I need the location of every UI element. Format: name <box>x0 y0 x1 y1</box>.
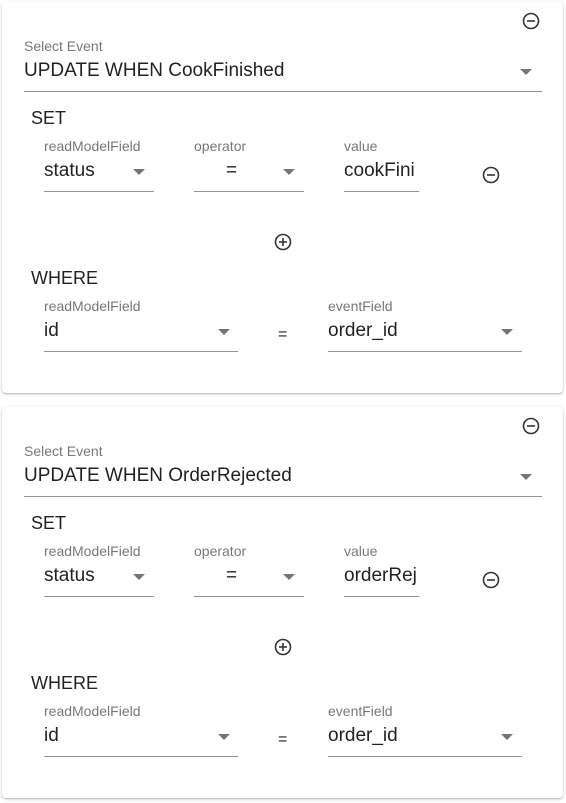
set-value-input[interactable]: value cookFini <box>344 138 419 194</box>
read-model-field-label: readModelField <box>44 703 141 719</box>
event-field-value: order_id <box>328 725 398 746</box>
field-underline <box>44 756 238 757</box>
chevron-down-icon <box>218 329 230 335</box>
field-underline <box>328 756 522 757</box>
field-underline <box>344 191 419 192</box>
operator-value: = <box>226 160 238 181</box>
event-card: Select Event UPDATE WHEN CookFinished SE… <box>2 2 563 393</box>
value-label: value <box>344 543 378 559</box>
minus-circle-icon <box>522 12 540 30</box>
select-event-label: Select Event <box>24 443 103 459</box>
field-underline <box>44 596 154 597</box>
value-input-text: orderRej <box>344 565 417 586</box>
event-field-value: order_id <box>328 320 398 341</box>
remove-event-button[interactable] <box>522 12 540 30</box>
field-underline <box>44 191 154 192</box>
chevron-down-icon <box>218 734 230 740</box>
event-field-label: eventField <box>328 298 393 314</box>
chevron-down-icon <box>520 474 532 480</box>
field-underline <box>194 596 304 597</box>
chevron-down-icon <box>133 169 145 175</box>
chevron-down-icon <box>133 574 145 580</box>
read-model-field-value: status <box>44 565 95 586</box>
set-heading: SET <box>31 108 67 128</box>
field-underline <box>344 596 419 597</box>
chevron-down-icon <box>501 329 513 335</box>
set-read-model-field-select[interactable]: readModelField status <box>44 138 154 194</box>
where-read-model-field-select[interactable]: readModelField id <box>44 298 238 354</box>
where-event-field-select[interactable]: eventField order_id <box>328 703 522 759</box>
read-model-field-value: id <box>44 320 59 341</box>
select-event-value: UPDATE WHEN CookFinished <box>24 60 285 81</box>
read-model-field-label: readModelField <box>44 138 141 154</box>
where-event-field-select[interactable]: eventField order_id <box>328 298 522 354</box>
field-underline <box>44 351 238 352</box>
select-event-label: Select Event <box>24 38 103 54</box>
where-heading: WHERE <box>31 268 98 288</box>
set-read-model-field-select[interactable]: readModelField status <box>44 543 154 599</box>
field-underline <box>24 91 542 92</box>
remove-set-row-button[interactable] <box>482 571 500 589</box>
set-operator-select[interactable]: operator = <box>194 543 304 599</box>
read-model-field-label: readModelField <box>44 298 141 314</box>
chevron-down-icon <box>501 734 513 740</box>
operator-value: = <box>226 565 238 586</box>
plus-circle-icon <box>274 638 292 656</box>
operator-label: operator <box>194 543 247 559</box>
select-event-field[interactable]: Select Event UPDATE WHEN OrderRejected <box>24 443 542 499</box>
minus-circle-icon <box>522 417 540 435</box>
value-label: value <box>344 138 378 154</box>
remove-set-row-button[interactable] <box>482 166 500 184</box>
select-event-value: UPDATE WHEN OrderRejected <box>24 465 292 486</box>
where-heading: WHERE <box>31 673 98 693</box>
where-read-model-field-select[interactable]: readModelField id <box>44 703 238 759</box>
read-model-field-value: status <box>44 160 95 181</box>
field-underline <box>194 191 304 192</box>
chevron-down-icon <box>520 69 532 75</box>
set-operator-select[interactable]: operator = <box>194 138 304 194</box>
minus-circle-icon <box>482 571 500 589</box>
select-event-field[interactable]: Select Event UPDATE WHEN CookFinished <box>24 38 542 94</box>
operator-label: operator <box>194 138 247 154</box>
remove-event-button[interactable] <box>522 417 540 435</box>
read-model-field-label: readModelField <box>44 543 141 559</box>
where-equals-sign: = <box>278 326 288 343</box>
minus-circle-icon <box>482 166 500 184</box>
chevron-down-icon <box>283 169 295 175</box>
read-model-field-value: id <box>44 725 59 746</box>
event-field-label: eventField <box>328 703 393 719</box>
field-underline <box>24 496 542 497</box>
set-heading: SET <box>31 513 67 533</box>
field-underline <box>328 351 522 352</box>
chevron-down-icon <box>283 574 295 580</box>
add-set-row-button[interactable] <box>274 233 292 251</box>
value-input-text: cookFini <box>344 160 415 181</box>
set-value-input[interactable]: value orderRej <box>344 543 419 599</box>
plus-circle-icon <box>274 233 292 251</box>
where-equals-sign: = <box>278 731 288 748</box>
event-card: Select Event UPDATE WHEN OrderRejected S… <box>2 407 563 798</box>
add-set-row-button[interactable] <box>274 638 292 656</box>
